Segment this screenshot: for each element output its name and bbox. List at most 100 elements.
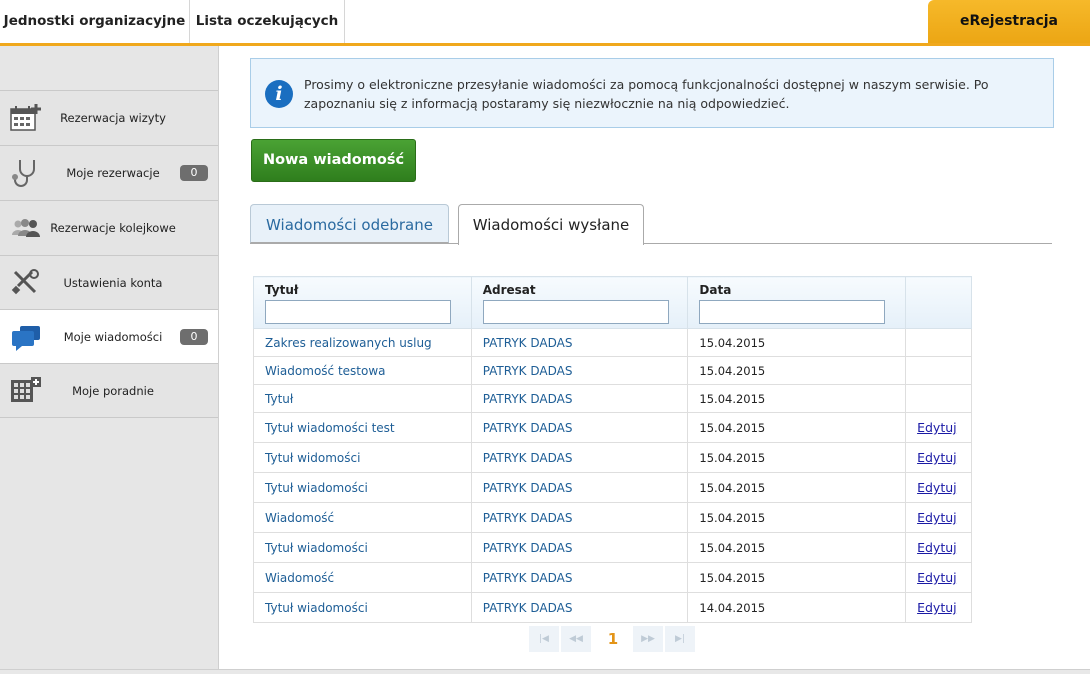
message-recipient[interactable]: PATRYK DADAS [470, 442, 689, 473]
row-actions: Edytuj [905, 592, 972, 623]
message-recipient[interactable]: PATRYK DADAS [470, 328, 689, 357]
sidebar-item-label: Moje wiadomości [63, 330, 163, 344]
sidebar-item-label: Moje rezerwacje [66, 166, 160, 180]
sidebar-item-moje-wiadomosci[interactable]: Moje wiadomości 0 [0, 309, 218, 364]
bottom-border [0, 669, 1090, 674]
message-recipient[interactable]: PATRYK DADAS [470, 412, 689, 443]
message-date: 15.04.2015 [687, 502, 907, 533]
message-date: 15.04.2015 [687, 384, 907, 413]
tab-jednostki-organizacyjne[interactable]: Jednostki organizacyjne [0, 0, 190, 43]
sidebar-item-label: Rezerwacja wizyty [60, 111, 166, 125]
column-header-title: Tytuł [253, 276, 472, 329]
info-text: Prosimy o elektroniczne przesyłanie wiad… [304, 77, 989, 111]
table-row: Tytuł widomości PATRYK DADAS 15.04.2015 Edy… [253, 442, 972, 473]
sidebar-divider [0, 417, 218, 418]
table-row: Tytuł wiadomości PATRYK DADAS 15.04.2015 Ed… [253, 532, 972, 563]
message-recipient[interactable]: PATRYK DADAS [470, 384, 689, 413]
message-title[interactable]: Wiadomość [253, 502, 472, 533]
info-icon: i [265, 80, 293, 108]
column-header-recipient: Adresat [470, 276, 689, 329]
message-recipient[interactable]: PATRYK DADAS [470, 562, 689, 593]
sidebar: Rezerwacja wizyty Moje rezerwacje 0 Reze… [0, 46, 219, 669]
table-row: Tytuł wiadomości PATRYK DADAS 15.04.2015 Ed… [253, 472, 972, 503]
row-actions: Edytuj [905, 472, 972, 503]
message-recipient[interactable]: PATRYK DADAS [470, 502, 689, 533]
app-window: Jednostki organizacyjne Lista oczekujący… [0, 0, 1090, 674]
message-title[interactable]: Tytuł wiadomości [253, 532, 472, 563]
edit-link[interactable]: Edytuj [917, 450, 957, 465]
message-recipient[interactable]: PATRYK DADAS [470, 356, 689, 385]
sidebar-item-ustawienia-konta[interactable]: Ustawienia konta [0, 255, 218, 310]
pager-prev-icon[interactable]: ◀◀ [561, 626, 591, 652]
table-row: Wiadomość PATRYK DADAS 15.04.2015 Edytuj [253, 562, 972, 593]
row-actions [905, 384, 972, 413]
row-actions: Edytuj [905, 532, 972, 563]
reservations-count-badge: 0 [180, 165, 208, 181]
message-title[interactable]: Tytuł wiadomości [253, 592, 472, 623]
column-header-actions [905, 276, 972, 329]
column-header-date: Data [687, 276, 907, 329]
title-filter-input[interactable] [265, 300, 451, 324]
message-recipient[interactable]: PATRYK DADAS [470, 592, 689, 623]
tab-lista-oczekujacych[interactable]: Lista oczekujących [190, 0, 345, 43]
top-navigation: Jednostki organizacyjne Lista oczekujący… [0, 0, 1090, 46]
row-actions [905, 328, 972, 357]
tab-received-messages[interactable]: Wiadomości odebrane [250, 204, 449, 243]
message-recipient[interactable]: PATRYK DADAS [470, 472, 689, 503]
tab-sent-messages[interactable]: Wiadomości wysłane [458, 204, 644, 245]
main-content: i Prosimy o elektroniczne przesyłanie wi… [220, 46, 1090, 669]
date-filter-input[interactable] [699, 300, 886, 324]
table-row: Tytuł wiadomości test PATRYK DADAS 15.04.2… [253, 412, 972, 443]
edit-link[interactable]: Edytuj [917, 600, 957, 615]
message-date: 15.04.2015 [687, 442, 907, 473]
message-date: 15.04.2015 [687, 356, 907, 385]
message-title[interactable]: Wiadomość testowa [253, 356, 472, 385]
messages-count-badge: 0 [180, 329, 208, 345]
info-message-box: i Prosimy o elektroniczne przesyłanie wi… [250, 58, 1054, 128]
message-title[interactable]: Tytuł widomości [253, 442, 472, 473]
sidebar-item-rezerwacje-kolejkowe[interactable]: Rezerwacje kolejkowe [0, 200, 218, 255]
row-actions: Edytuj [905, 442, 972, 473]
message-title[interactable]: Wiadomość [253, 562, 472, 593]
calendar-add-icon [10, 103, 42, 133]
edit-link[interactable]: Edytuj [917, 510, 957, 525]
people-queue-icon [10, 213, 42, 243]
message-title[interactable]: Tytuł wiadomości test [253, 412, 472, 443]
row-actions: Edytuj [905, 502, 972, 533]
message-title[interactable]: Tytuł wiadomości [253, 472, 472, 503]
brand-logo[interactable]: eRejestracja [928, 0, 1090, 43]
messages-table: Tytuł Adresat Data Zakres realizowanych … [253, 276, 972, 623]
tools-icon [10, 268, 42, 298]
sidebar-item-label: Rezerwacje kolejkowe [50, 221, 176, 235]
table-row: Tytuł wiadomości PATRYK DADAS 14.04.2015 Ed… [253, 592, 972, 623]
stethoscope-icon [10, 158, 42, 188]
building-grid-icon [10, 376, 42, 406]
edit-link[interactable]: Edytuj [917, 540, 957, 555]
recipient-filter-input[interactable] [482, 300, 669, 324]
sidebar-item-label: Moje poradnie [72, 384, 154, 398]
chat-bubbles-icon [10, 322, 42, 352]
sidebar-item-moje-poradnie[interactable]: Moje poradnie [0, 363, 218, 418]
row-actions: Edytuj [905, 412, 972, 443]
table-row: Wiadomość testowa PATRYK DADAS 15.04.2015 [253, 356, 972, 385]
message-title[interactable]: Tytuł [253, 384, 472, 413]
new-message-button[interactable]: Nowa wiadomość [251, 139, 416, 182]
table-header-row: Tytuł Adresat Data [253, 276, 972, 329]
pager-next-icon[interactable]: ▶▶ [633, 626, 663, 652]
sidebar-item-moje-rezerwacje[interactable]: Moje rezerwacje 0 [0, 145, 218, 200]
table-row: Zakres realizowanych uslug PATRYK DADAS 15… [253, 328, 972, 357]
row-actions: Edytuj [905, 562, 972, 593]
message-date: 15.04.2015 [687, 562, 907, 593]
edit-link[interactable]: Edytuj [917, 480, 957, 495]
edit-link[interactable]: Edytuj [917, 570, 957, 585]
sidebar-item-rezerwacja-wizyty[interactable]: Rezerwacja wizyty [0, 90, 218, 145]
pager-first-icon[interactable]: |◀ [529, 626, 559, 652]
pager-last-icon[interactable]: ▶| [665, 626, 695, 652]
message-title[interactable]: Zakres realizowanych uslug [253, 328, 472, 357]
message-date: 15.04.2015 [687, 532, 907, 563]
edit-link[interactable]: Edytuj [917, 420, 957, 435]
message-date: 15.04.2015 [687, 412, 907, 443]
message-recipient[interactable]: PATRYK DADAS [470, 532, 689, 563]
table-row: Wiadomość PATRYK DADAS 15.04.2015 Edytuj [253, 502, 972, 533]
pager-current-page[interactable]: 1 [601, 626, 625, 652]
